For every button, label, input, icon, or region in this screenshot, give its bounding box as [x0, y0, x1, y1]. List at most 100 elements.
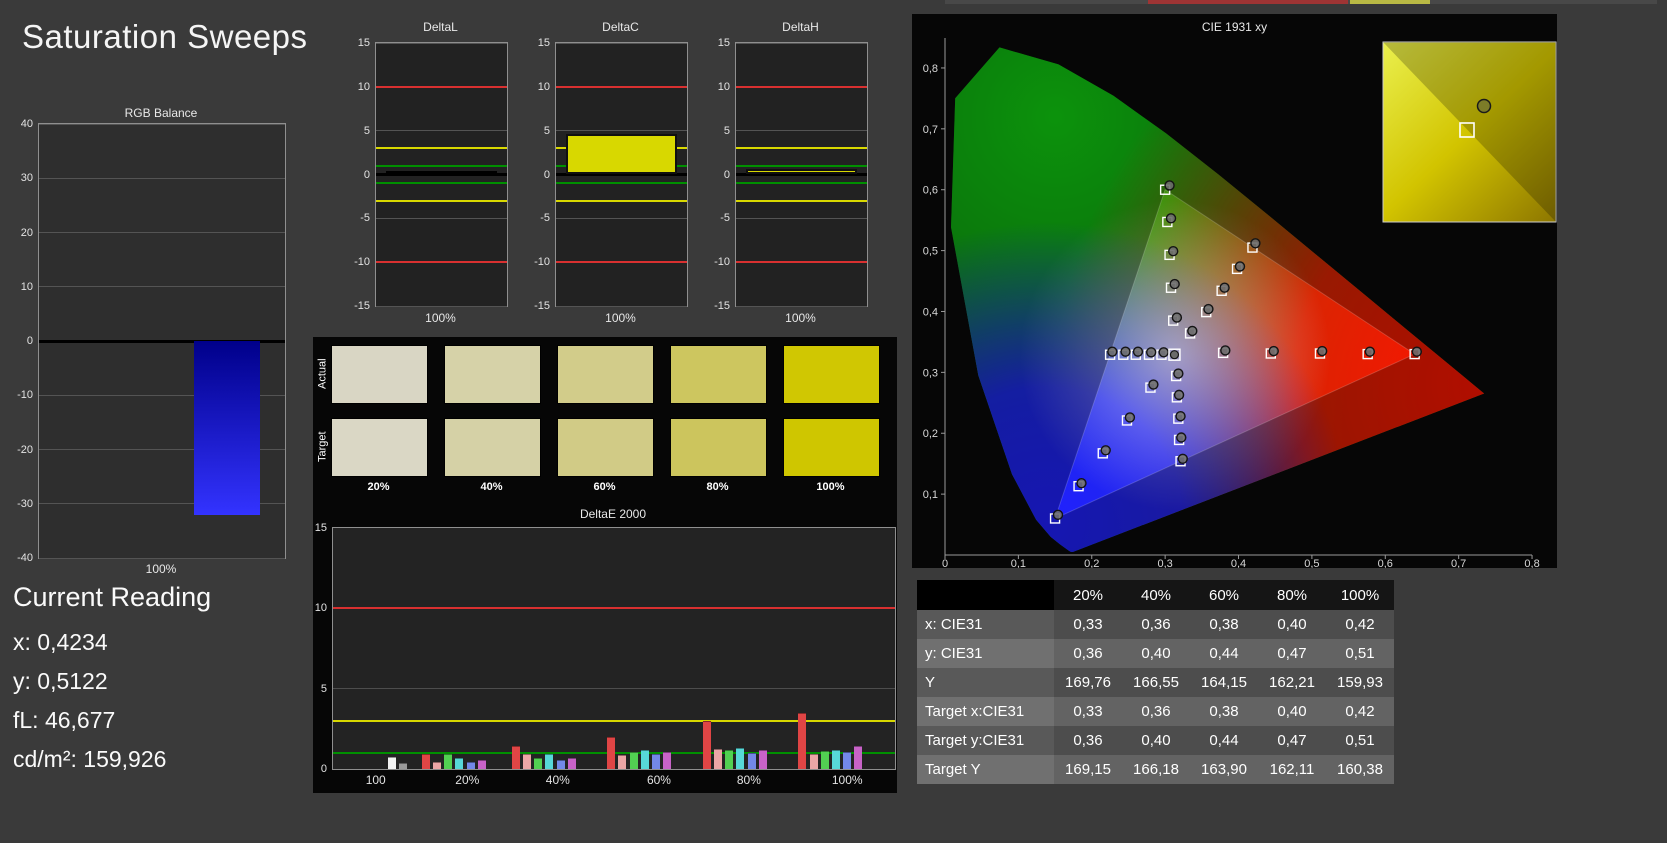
- reference-line: [376, 85, 507, 88]
- y-tick-label: 5: [543, 124, 550, 137]
- deltac-chart[interactable]: DeltaC -15 -10 -5 0 5 10 15 100%: [515, 20, 690, 335]
- table-row-label: Target y:CIE31: [917, 726, 1054, 755]
- measurement-table-panel[interactable]: 20% 40% 60% 80% 100% x: CIE31 0,33 0,36 0,38 0,40…: [917, 580, 1394, 784]
- deltah-chart[interactable]: DeltaH -15 -10 -5 0 5 10 15 100%: [695, 20, 870, 335]
- bar: [843, 751, 852, 769]
- reference-line: [556, 85, 687, 88]
- bar: [388, 756, 396, 769]
- bar: [421, 753, 430, 769]
- swatch: [444, 345, 541, 404]
- gridline: [39, 286, 285, 288]
- bar: [444, 754, 453, 769]
- y-tick-label: -15: [714, 300, 730, 312]
- swatch: [783, 345, 880, 404]
- bar: [663, 751, 672, 769]
- measured-marker-magenta: [1177, 453, 1188, 465]
- measured-marker-yellow: [1250, 238, 1261, 249]
- y-tick-label: 0,5: [923, 246, 938, 258]
- swatch-label: 40%: [480, 481, 503, 493]
- zoom-inset-measured: [1476, 98, 1492, 114]
- table-header-cell: 100%: [1326, 580, 1394, 610]
- table-cell: 166,18: [1122, 755, 1190, 784]
- x-tick-label: 0,3: [1157, 558, 1172, 568]
- table-row: Target x:CIE31 0,33 0,36 0,38 0,40 0,42: [917, 697, 1394, 726]
- bar: [798, 713, 807, 769]
- measured-marker-red: [1268, 345, 1279, 357]
- bar: [747, 752, 756, 769]
- reference-line: [556, 261, 687, 264]
- table-cell: 0,40: [1258, 697, 1326, 726]
- table-row: Target Y 169,15 166,18 163,90 162,11 160,38: [917, 755, 1394, 784]
- measured-marker-blue: [1100, 445, 1111, 456]
- y-tick-label: -15: [534, 300, 550, 312]
- measured-marker-red: [1316, 345, 1328, 357]
- swatch-label: 60%: [593, 481, 616, 493]
- bar: [455, 758, 464, 769]
- table-cell: 0,36: [1054, 639, 1122, 668]
- bar: [466, 762, 475, 769]
- gridline: [556, 305, 687, 307]
- x-tick-label: 40%: [545, 773, 570, 787]
- reference-line: [556, 199, 687, 202]
- table-cell: 0,44: [1190, 639, 1258, 668]
- measured-marker-blue: [1124, 412, 1136, 423]
- y-tick-label: 5: [320, 682, 327, 695]
- swatch: [444, 418, 541, 477]
- measured-marker-magenta: [1173, 389, 1185, 401]
- reference-line: [556, 182, 687, 185]
- table-cell: 169,76: [1054, 668, 1122, 697]
- cie-diagram: 0 0,1 0,2 0,3 0,4 0,5 0,6 0,7 0,8 0,1 0,2 0,3 0,4 0,5…: [923, 38, 1557, 568]
- table-cell: 0,33: [1054, 610, 1122, 639]
- gridline: [376, 217, 507, 219]
- window-chrome-fragment-red: [1148, 0, 1348, 4]
- table-header-cell: 80%: [1258, 580, 1326, 610]
- page-title: Saturation Sweeps: [22, 18, 308, 55]
- current-reading-title: Current Reading: [13, 582, 212, 612]
- measured-marker-green: [1165, 213, 1177, 224]
- bar: [556, 759, 565, 769]
- swatch: [331, 418, 428, 477]
- swatch: [557, 418, 654, 477]
- gridline: [333, 688, 895, 690]
- bar: [511, 745, 520, 769]
- table-cell: 159,93: [1326, 668, 1394, 697]
- bar: [399, 763, 408, 769]
- x-tick-label: 0,4: [1231, 558, 1246, 568]
- y-tick-label: 10: [717, 80, 730, 93]
- table-cell: 0,42: [1326, 697, 1394, 726]
- y-tick-label: -5: [540, 212, 550, 225]
- window-chrome-fragment-yellow: [1350, 0, 1430, 4]
- y-tick-label: 30: [20, 172, 33, 185]
- y-tick-label: -15: [354, 300, 370, 312]
- table-cell: 169,15: [1054, 755, 1122, 784]
- bar: [477, 759, 486, 769]
- y-tick-label: 10: [537, 80, 550, 93]
- gridline: [556, 130, 687, 132]
- table-header-cell: 40%: [1122, 580, 1190, 610]
- swatch-comparison: Actual Target 20% 40% 60% 80% 100%: [313, 337, 897, 502]
- swatch-deltae-panel[interactable]: Actual Target 20% 40% 60% 80% 100% DeltaE 20…: [313, 337, 897, 793]
- measured-marker-yellow: [1219, 282, 1230, 293]
- actual-row-label: Actual: [316, 358, 329, 389]
- gridline: [736, 217, 867, 219]
- y-tick-label: 0,8: [923, 63, 938, 75]
- deltac-xlabel: 100%: [605, 311, 636, 325]
- table-cell: 0,36: [1122, 697, 1190, 726]
- measured-marker-cyan: [1120, 346, 1131, 357]
- rgb-balance-chart[interactable]: RGB Balance -40 -30 -20 -10 0 10 20 30 40 100%: [5, 106, 290, 588]
- measured-marker-cyan: [1145, 347, 1157, 358]
- bar: [629, 751, 638, 769]
- saturation-sweeps-page: Saturation Sweeps RGB Balance -40 -30 -20-…: [0, 0, 1667, 843]
- table-header-row: 20% 40% 60% 80% 100%: [917, 580, 1394, 610]
- deltal-chart[interactable]: DeltaL -15 -10 -5 0 5 10 15 100%: [335, 20, 510, 335]
- deltac-title: DeltaC: [602, 20, 639, 34]
- cie-panel[interactable]: CIE 1931 xy 0 0,1 0,2 0,3 0,4 0,5 0,6 0,7 0,8 0,1…: [912, 14, 1557, 568]
- table-header-cell: 20%: [1054, 580, 1122, 610]
- measured-marker-magenta: [1173, 368, 1184, 379]
- table-row-label: y: CIE31: [917, 639, 1054, 668]
- y-tick-label: 0,6: [923, 185, 938, 197]
- bar: [854, 746, 863, 769]
- y-tick-label: 20: [20, 226, 33, 239]
- reference-line: [333, 607, 895, 610]
- bar: [736, 747, 745, 769]
